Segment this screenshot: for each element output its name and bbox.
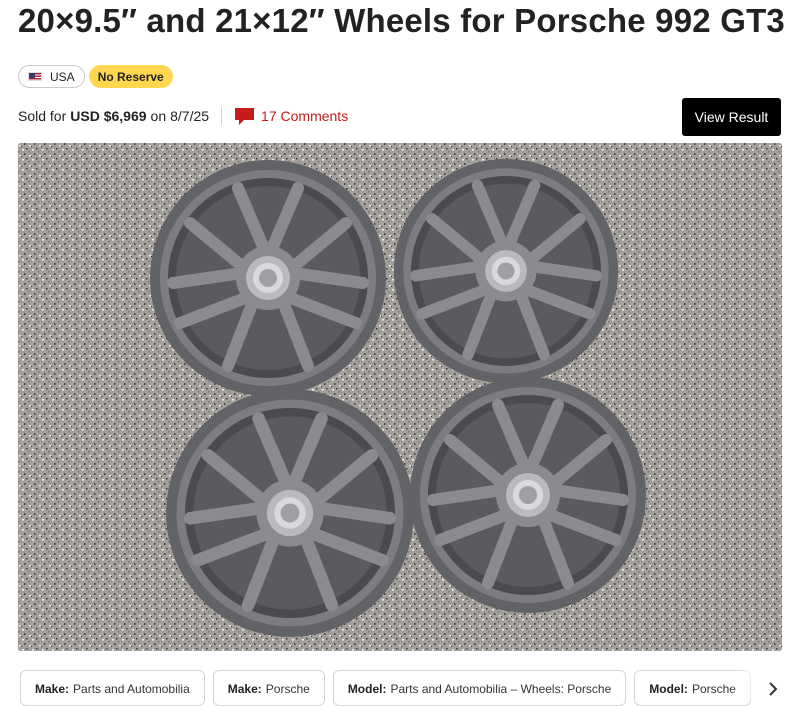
chevron-right-icon[interactable] xyxy=(764,680,782,698)
tag-chip[interactable]: Model: Parts and Automobilia – Wheels: Po… xyxy=(332,670,627,706)
view-result-button[interactable]: View Result xyxy=(682,98,781,136)
wheel-front-left xyxy=(150,160,386,396)
sold-prefix: Sold for xyxy=(18,108,67,124)
tag-value: Parts and Automobilia xyxy=(73,682,190,696)
wheel-rear-left xyxy=(166,389,414,637)
country-label: USA xyxy=(50,69,75,84)
no-reserve-badge: No Reserve xyxy=(88,65,173,88)
comments-link[interactable]: 17 Comments xyxy=(235,107,349,125)
tag-key: Model: xyxy=(347,682,387,696)
tag-key: Make: xyxy=(227,682,262,696)
wheel-rear-right xyxy=(410,377,646,613)
tag-key: Make: xyxy=(35,682,70,696)
sold-date: 8/7/25 xyxy=(170,108,210,124)
tag-chip[interactable]: Make: Porsche xyxy=(212,670,325,706)
listing-tags: Make: Parts and Automobilia Make: Porsche … xyxy=(20,670,751,706)
country-badge: USA xyxy=(18,65,85,88)
tag-key: Model: xyxy=(649,682,688,696)
tag-chip[interactable]: Make: Parts and Automobilia xyxy=(20,670,205,706)
listing-badges: USA No Reserve xyxy=(18,65,173,88)
divider xyxy=(221,107,223,125)
listing-title: 20×9.5″ and 21×12″ Wheels for Porsche 99… xyxy=(18,2,785,39)
wheel-front-right xyxy=(394,159,618,383)
sold-price: USD $6,969 xyxy=(70,108,147,124)
comment-bubble-icon xyxy=(235,107,255,125)
comments-count: 17 Comments xyxy=(261,108,349,124)
tag-value: Parts and Automobilia – Wheels: Porsche xyxy=(390,682,612,696)
tag-value: Porsche xyxy=(265,682,310,696)
sold-summary: Sold for USD $6,969 on 8/7/25 17 Comment… xyxy=(18,106,348,126)
us-flag-icon xyxy=(28,72,42,81)
listing-photo[interactable] xyxy=(18,143,782,651)
sold-on: on xyxy=(150,108,167,124)
